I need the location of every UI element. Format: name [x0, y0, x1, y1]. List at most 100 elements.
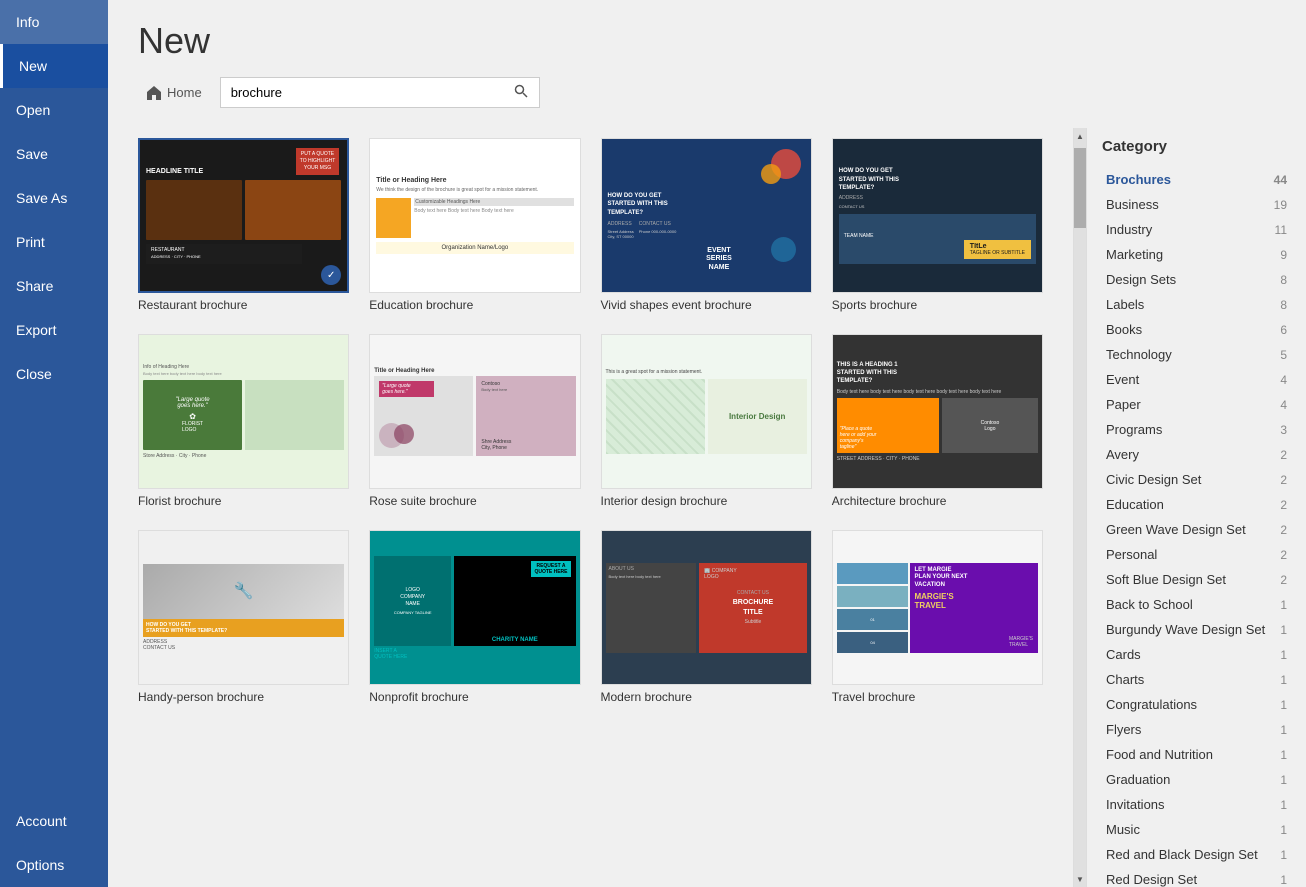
category-item-congratulations[interactable]: Congratulations 1 [1102, 692, 1291, 717]
template-education[interactable]: Title or Heading Here We think the desig… [369, 138, 580, 314]
home-label: Home [167, 85, 202, 100]
template-restaurant[interactable]: HEADLINE TITLE RESTAURANTADDRESS · CITY … [138, 138, 349, 314]
category-count-event: 4 [1280, 373, 1287, 387]
sidebar-item-close[interactable]: Close [0, 352, 108, 396]
search-input-wrapper [220, 77, 540, 108]
template-nonprofit[interactable]: LOGOCOMPANYNAME COMPANY TAGLINE REQUEST … [369, 530, 580, 706]
category-count-design-sets: 8 [1280, 273, 1287, 287]
category-count-soft-blue: 2 [1280, 573, 1287, 587]
template-thumb-florist: Info of Heading HereBody text here body … [138, 334, 349, 489]
home-button[interactable]: Home [138, 79, 210, 107]
category-item-charts[interactable]: Charts 1 [1102, 667, 1291, 692]
category-item-event[interactable]: Event 4 [1102, 367, 1291, 392]
sidebar: Info New Open Save Save As Print Share E… [0, 0, 108, 887]
sidebar-item-info[interactable]: Info [0, 0, 108, 44]
category-item-personal[interactable]: Personal 2 [1102, 542, 1291, 567]
category-item-paper[interactable]: Paper 4 [1102, 392, 1291, 417]
category-item-music[interactable]: Music 1 [1102, 817, 1291, 842]
main-content: New Home [108, 0, 1306, 887]
template-thumb-sports: HOW DO YOU GETSTARTED WITH THISTEMPLATE?… [832, 138, 1043, 293]
sidebar-item-share[interactable]: Share [0, 264, 108, 308]
category-item-burgundy-wave[interactable]: Burgundy Wave Design Set 1 [1102, 617, 1291, 642]
template-label-nonprofit: Nonprofit brochure [369, 685, 580, 706]
template-thumb-nonprofit: LOGOCOMPANYNAME COMPANY TAGLINE REQUEST … [369, 530, 580, 685]
category-item-back-to-school[interactable]: Back to School 1 [1102, 592, 1291, 617]
scroll-down-button[interactable]: ▼ [1074, 871, 1086, 887]
category-item-avery[interactable]: Avery 2 [1102, 442, 1291, 467]
sidebar-item-save-as[interactable]: Save As [0, 176, 108, 220]
category-item-green-wave[interactable]: Green Wave Design Set 2 [1102, 517, 1291, 542]
template-thumb-education: Title or Heading Here We think the desig… [369, 138, 580, 293]
search-button[interactable] [506, 78, 536, 107]
scroll-up-button[interactable]: ▲ [1074, 128, 1086, 144]
category-label-programs: Programs [1106, 422, 1162, 437]
category-item-labels[interactable]: Labels 8 [1102, 292, 1291, 317]
category-label-green-wave: Green Wave Design Set [1106, 522, 1246, 537]
template-label-interior: Interior design brochure [601, 489, 812, 510]
sidebar-item-save[interactable]: Save [0, 132, 108, 176]
category-scrollbar[interactable]: ▲ ▼ [1074, 128, 1086, 887]
category-label-personal: Personal [1106, 547, 1157, 562]
template-label-travel: Travel brochure [832, 685, 1043, 706]
template-label-restaurant: Restaurant brochure [138, 293, 349, 314]
category-item-design-sets[interactable]: Design Sets 8 [1102, 267, 1291, 292]
sidebar-item-options[interactable]: Options [0, 843, 108, 887]
template-florist[interactable]: Info of Heading HereBody text here body … [138, 334, 349, 510]
category-count-red-black: 1 [1280, 848, 1287, 862]
search-input[interactable] [221, 79, 506, 106]
category-label-avery: Avery [1106, 447, 1139, 462]
category-label-red-black: Red and Black Design Set [1106, 847, 1258, 862]
category-count-programs: 3 [1280, 423, 1287, 437]
category-label-technology: Technology [1106, 347, 1172, 362]
template-architecture[interactable]: THIS IS A HEADING 1STARTED WITH THISTEMP… [832, 334, 1043, 510]
category-item-technology[interactable]: Technology 5 [1102, 342, 1291, 367]
template-label-florist: Florist brochure [138, 489, 349, 510]
sidebar-item-open[interactable]: Open [0, 88, 108, 132]
category-item-red-design[interactable]: Red Design Set 1 [1102, 867, 1291, 887]
category-count-burgundy-wave: 1 [1280, 623, 1287, 637]
category-label-back-to-school: Back to School [1106, 597, 1193, 612]
template-thumb-restaurant: HEADLINE TITLE RESTAURANTADDRESS · CITY … [138, 138, 349, 293]
template-vivid[interactable]: HOW DO YOU GETSTARTED WITH THISTEMPLATE?… [601, 138, 812, 314]
category-item-red-black[interactable]: Red and Black Design Set 1 [1102, 842, 1291, 867]
sidebar-item-account[interactable]: Account [0, 799, 108, 843]
category-count-avery: 2 [1280, 448, 1287, 462]
template-thumb-modern: ABOUT US Body text here body text here C… [601, 530, 812, 685]
category-item-invitations[interactable]: Invitations 1 [1102, 792, 1291, 817]
category-count-marketing: 9 [1280, 248, 1287, 262]
sidebar-item-export[interactable]: Export [0, 308, 108, 352]
category-item-graduation[interactable]: Graduation 1 [1102, 767, 1291, 792]
category-count-invitations: 1 [1280, 798, 1287, 812]
scroll-thumb[interactable] [1074, 148, 1086, 228]
template-interior[interactable]: This is a great spot for a mission state… [601, 334, 812, 510]
category-count-music: 1 [1280, 823, 1287, 837]
category-item-marketing[interactable]: Marketing 9 [1102, 242, 1291, 267]
category-item-flyers[interactable]: Flyers 1 [1102, 717, 1291, 742]
category-count-industry: 11 [1275, 223, 1287, 237]
category-title: Category [1102, 138, 1291, 155]
category-item-business[interactable]: Business 19 [1102, 192, 1291, 217]
template-modern[interactable]: ABOUT US Body text here body text here C… [601, 530, 812, 706]
category-item-industry[interactable]: Industry 11 [1102, 217, 1291, 242]
category-item-programs[interactable]: Programs 3 [1102, 417, 1291, 442]
template-label-handy: Handy-person brochure [138, 685, 349, 706]
category-count-brochures: 44 [1274, 173, 1287, 187]
category-item-books[interactable]: Books 6 [1102, 317, 1291, 342]
template-rose[interactable]: Title or Heading Here "Large quotegoes h… [369, 334, 580, 510]
sidebar-item-new[interactable]: New [0, 44, 108, 88]
category-label-red-design: Red Design Set [1106, 872, 1197, 887]
category-item-soft-blue[interactable]: Soft Blue Design Set 2 [1102, 567, 1291, 592]
content-area: HEADLINE TITLE RESTAURANTADDRESS · CITY … [108, 128, 1306, 887]
category-item-cards[interactable]: Cards 1 [1102, 642, 1291, 667]
category-label-music: Music [1106, 822, 1140, 837]
category-item-brochures[interactable]: Brochures 44 [1102, 167, 1291, 192]
category-count-books: 6 [1280, 323, 1287, 337]
category-count-red-design: 1 [1280, 873, 1287, 887]
template-handy[interactable]: 🔧 HOW DO YOU GETSTARTED WITH THIS TEMPLA… [138, 530, 349, 706]
template-travel[interactable]: 01 04 LET MARGIEPLAN YOUR NEXTVACATION M… [832, 530, 1043, 706]
sidebar-item-print[interactable]: Print [0, 220, 108, 264]
category-item-education[interactable]: Education 2 [1102, 492, 1291, 517]
category-item-food-nutrition[interactable]: Food and Nutrition 1 [1102, 742, 1291, 767]
template-sports[interactable]: HOW DO YOU GETSTARTED WITH THISTEMPLATE?… [832, 138, 1043, 314]
category-item-civic[interactable]: Civic Design Set 2 [1102, 467, 1291, 492]
